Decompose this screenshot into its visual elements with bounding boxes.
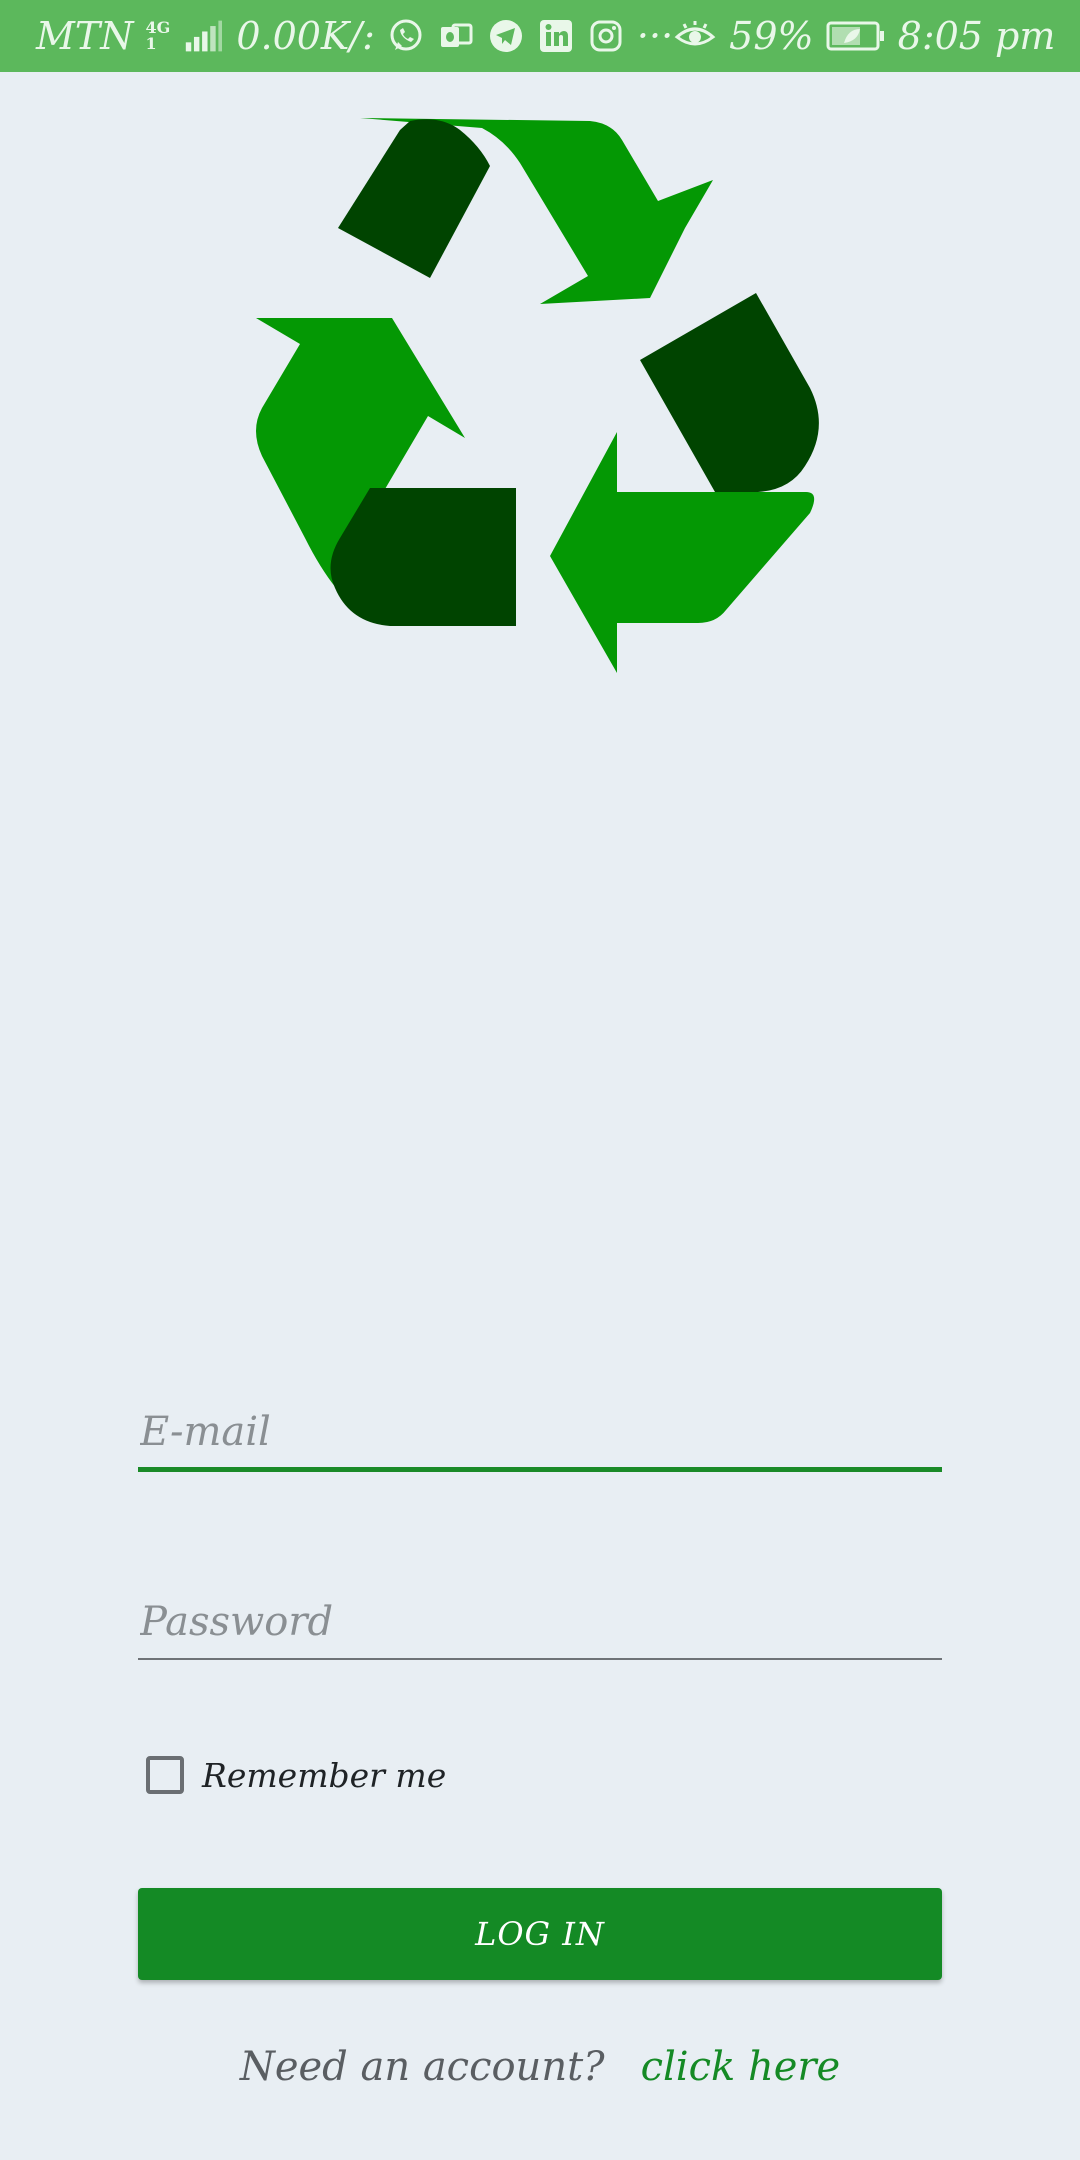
signup-link[interactable]: click here <box>641 2044 841 2090</box>
email-field-underline <box>138 1467 942 1472</box>
password-field-underline <box>138 1658 942 1660</box>
remember-me-label[interactable]: Remember me <box>202 1756 446 1795</box>
network-sim-label: 1 <box>145 34 157 53</box>
signup-row: Need an account? click here <box>0 2044 1080 2090</box>
carrier-name: MTN <box>36 14 134 58</box>
remember-me-row[interactable]: Remember me <box>146 1750 446 1800</box>
battery-icon <box>826 17 886 55</box>
status-bar: MTN 4G 1 0.00K/: ··· 59% 8:05 pm <box>0 0 1080 72</box>
data-speed: 0.00K/: <box>236 14 375 58</box>
login-screen: MTN 4G 1 0.00K/: ··· 59% 8:05 pm E-mail … <box>0 0 1080 2160</box>
signup-prompt: Need an account? <box>239 2044 605 2090</box>
linkedin-icon <box>537 17 575 55</box>
status-bar-left: MTN 4G 1 0.00K/: ··· <box>36 14 673 58</box>
battery-percent: 59% <box>729 14 814 58</box>
telegram-icon <box>487 17 525 55</box>
recycle-icon <box>250 118 830 678</box>
remember-me-checkbox[interactable] <box>146 1756 184 1794</box>
eye-comfort-icon <box>673 17 717 55</box>
signal-strength-icon <box>182 17 224 55</box>
password-input[interactable] <box>138 1590 942 1654</box>
email-field[interactable] <box>138 1400 942 1472</box>
login-button[interactable]: LOG IN <box>138 1888 942 1980</box>
email-input[interactable] <box>138 1400 942 1464</box>
instagram-icon <box>587 17 625 55</box>
outlook-icon <box>437 17 475 55</box>
password-field[interactable] <box>138 1590 942 1662</box>
clock-time: 8:05 pm <box>897 14 1056 58</box>
whatsapp-icon <box>387 17 425 55</box>
network-type: 4G 1 <box>146 20 171 52</box>
login-button-label: LOG IN <box>475 1915 605 1953</box>
status-bar-right: 59% 8:05 pm <box>673 14 1055 58</box>
more-notifications-icon: ··· <box>636 14 674 58</box>
